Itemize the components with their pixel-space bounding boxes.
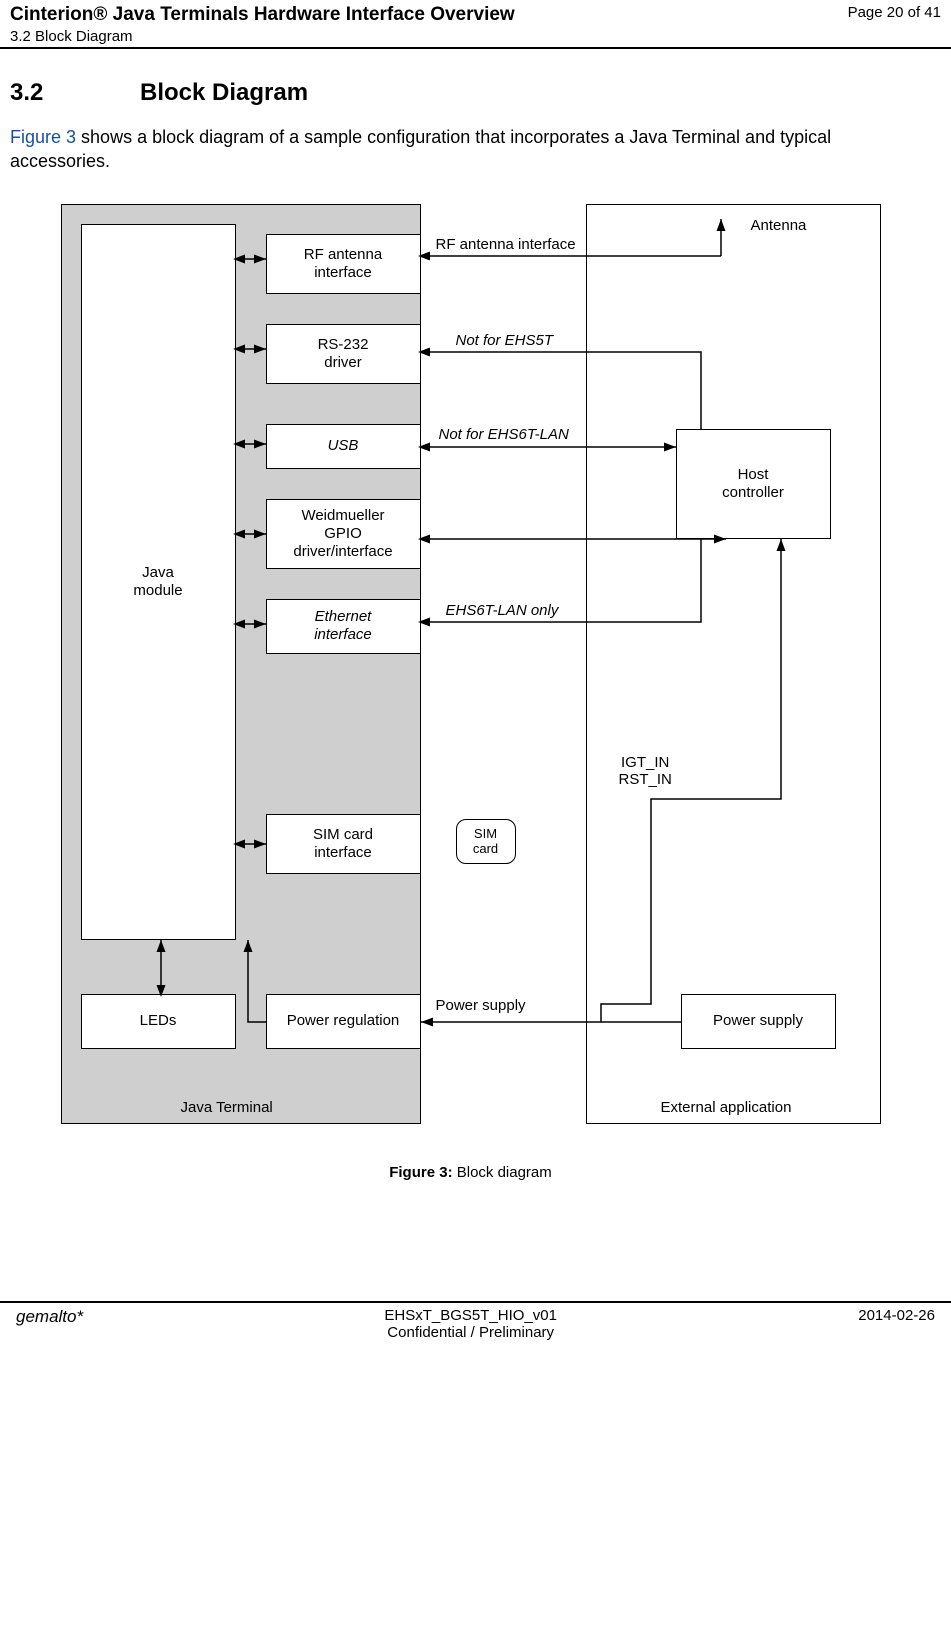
page-number: Page 20 of 41: [848, 4, 941, 21]
igt-rst-label: IGT_IN RST_IN: [619, 754, 672, 788]
java-module-box: Java module: [81, 224, 236, 940]
leds-box: LEDs: [81, 994, 236, 1049]
intro-text: shows a block diagram of a sample config…: [10, 127, 831, 171]
gpio-box: Weidmueller GPIO driver/interface: [266, 499, 421, 569]
usb-box: USB: [266, 424, 421, 469]
power-regulation-box: Power regulation: [266, 994, 421, 1049]
page-content: 3.2Block Diagram Figure 3 shows a block …: [0, 49, 951, 1191]
figure-link[interactable]: Figure 3: [10, 127, 76, 147]
rf-antenna-interface-box: RF antenna interface: [266, 234, 421, 294]
footer-doc-id: EHSxT_BGS5T_HIO_v01: [384, 1307, 557, 1324]
section-title: Block Diagram: [140, 79, 308, 106]
antenna-label: Antenna: [751, 217, 807, 234]
section-heading: 3.2Block Diagram: [10, 79, 931, 107]
figure-caption: Figure 3: Block diagram: [10, 1164, 931, 1181]
usb-note-label: Not for EHS6T-LAN: [439, 426, 569, 443]
footer-logo: gemalto*: [16, 1307, 83, 1341]
page-header: Cinterion® Java Terminals Hardware Inter…: [0, 0, 951, 49]
intro-paragraph: Figure 3 shows a block diagram of a samp…: [10, 125, 931, 174]
external-application-label: External application: [661, 1099, 792, 1116]
section-number: 3.2: [10, 79, 140, 107]
power-supply-box: Power supply: [681, 994, 836, 1049]
sim-card-interface-box: SIM card interface: [266, 814, 421, 874]
rs232-driver-box: RS-232 driver: [266, 324, 421, 384]
external-application-frame: [586, 204, 881, 1124]
block-diagram: Java module RF antenna interface RS-232 …: [61, 204, 881, 1154]
host-controller-box: Host controller: [676, 429, 831, 539]
java-terminal-label: Java Terminal: [181, 1099, 273, 1116]
sim-card: SIM card: [456, 819, 516, 864]
footer-confidential: Confidential / Preliminary: [384, 1324, 557, 1341]
footer-date: 2014-02-26: [858, 1307, 935, 1341]
figure-caption-lead: Figure 3:: [389, 1164, 452, 1181]
rf-connection-label: RF antenna interface: [436, 236, 576, 253]
power-supply-connection-label: Power supply: [436, 997, 526, 1014]
figure-caption-text: Block diagram: [453, 1164, 552, 1181]
ethernet-note-label: EHS6T-LAN only: [446, 602, 559, 619]
rs232-note-label: Not for EHS5T: [456, 332, 554, 349]
section-reference: 3.2 Block Diagram: [10, 28, 515, 45]
product-title: Cinterion® Java Terminals Hardware Inter…: [10, 4, 515, 26]
page-footer: gemalto* EHSxT_BGS5T_HIO_v01 Confidentia…: [0, 1301, 951, 1381]
ethernet-interface-box: Ethernet interface: [266, 599, 421, 654]
